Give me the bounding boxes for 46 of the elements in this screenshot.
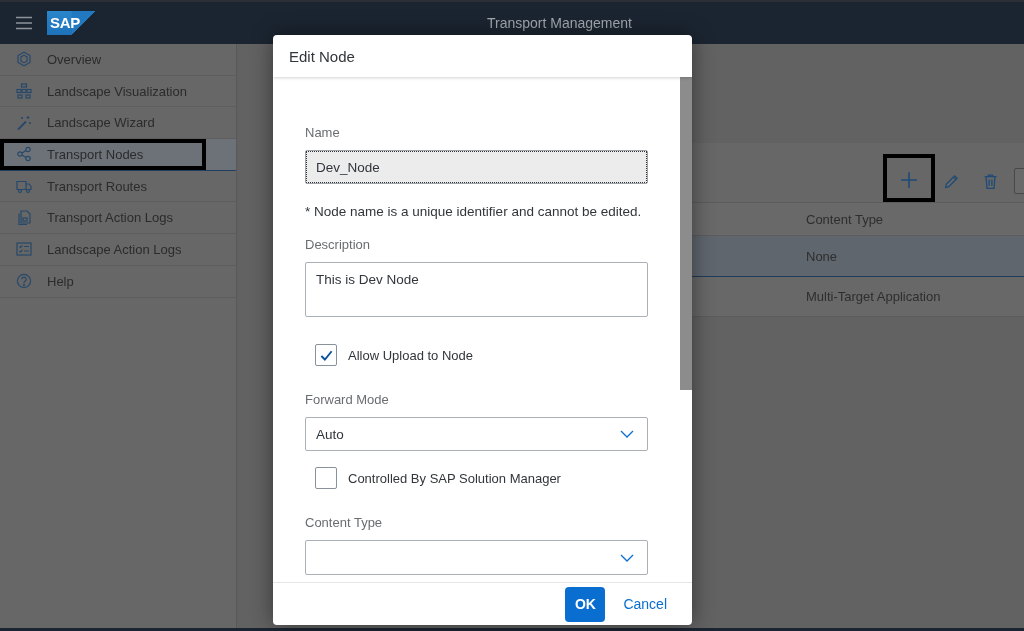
app-title: Transport Management [487,15,632,31]
nav-item[interactable]: Overview [0,44,236,76]
documents-icon [16,209,32,226]
dropdown[interactable] [305,540,648,575]
checklist-icon [16,241,32,258]
nav-item[interactable]: Help [0,265,236,298]
field-label: Content Type [305,514,384,532]
nav-item[interactable]: Transport Action Logs [0,202,236,235]
share-icon [16,146,32,163]
nav-item[interactable]: Landscape Action Logs [0,234,236,266]
nav-item[interactable]: Transport Routes [0,170,236,203]
cancel-button[interactable]: Cancel [615,586,675,622]
checkbox[interactable] [315,344,337,366]
field-label: Description [305,236,372,254]
table-cell-text: None [805,248,838,264]
magic-wand-icon [16,114,32,131]
nav-item[interactable]: Landscape Wizard [0,107,236,140]
menu-icon [16,16,32,30]
text-area[interactable]: This is Dev Node [305,262,648,317]
checkbox-label[interactable]: Allow Upload to Node [348,347,474,363]
text-field[interactable]: Dev_Node [305,150,648,184]
hint-text: * Node name is a unique identifier and cannot be edited. [305,203,643,221]
field-label: Forward Mode [305,391,390,409]
dialog-title: Edit Node [289,47,355,65]
logo: SAP [47,11,95,35]
menu-button[interactable] [16,16,32,30]
hexagon-icon [16,51,32,68]
nav-item[interactable]: Landscape Visualization [0,75,236,108]
pencil-icon [942,172,960,190]
help-icon [16,273,32,290]
dropdown[interactable]: Auto [305,417,648,451]
table-row[interactable]: None [692,236,1024,277]
field-label: Name [305,124,341,142]
plus-icon [900,171,918,189]
nav-item[interactable]: Transport Nodes [0,139,236,171]
chevron-down-icon [620,553,634,562]
chevron-down-icon [620,430,634,438]
checkbox-label[interactable]: Controlled By SAP Solution Manager [348,470,561,486]
table-cell-text: Multi-Target Application [805,289,941,304]
hierarchy-icon [16,83,32,100]
truck-icon [16,178,32,195]
scrollbar-thumb[interactable] [680,77,692,390]
checkbox[interactable] [315,467,337,489]
ok-button[interactable]: OK [565,586,606,622]
table-row[interactable]: Multi-Target Application [692,277,1024,317]
column-header: Content Type [805,211,884,227]
